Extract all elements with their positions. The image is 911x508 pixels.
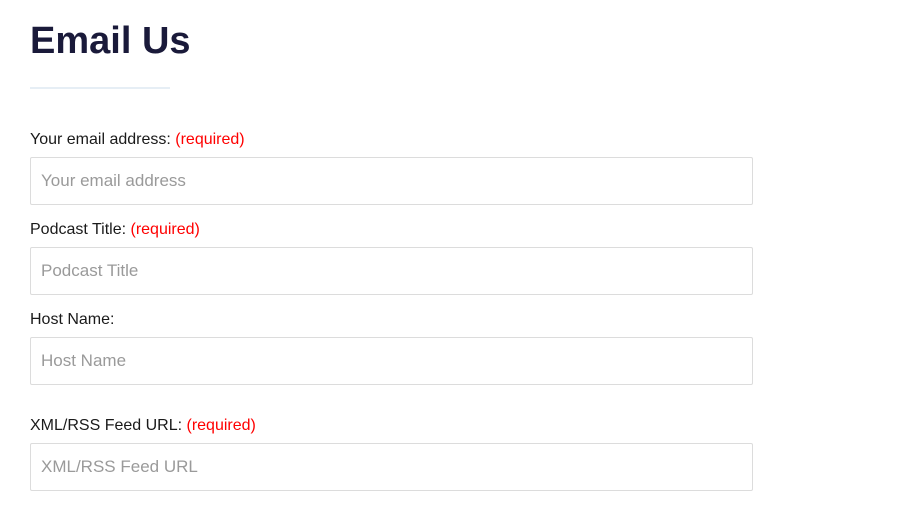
- host-name-label: Host Name:: [30, 311, 881, 329]
- form-group-feed-url: XML/RSS Feed URL: (required): [30, 417, 881, 491]
- form-group-email: Your email address: (required): [30, 131, 881, 205]
- host-name-input[interactable]: [30, 337, 753, 385]
- email-label: Your email address: (required): [30, 131, 881, 149]
- form-group-host-name: Host Name:: [30, 311, 881, 385]
- email-label-text: Your email address:: [30, 131, 175, 148]
- podcast-title-input[interactable]: [30, 247, 753, 295]
- host-name-label-text: Host Name:: [30, 311, 114, 328]
- required-tag: (required): [187, 417, 256, 434]
- feed-url-label-text: XML/RSS Feed URL:: [30, 417, 187, 434]
- podcast-title-label: Podcast Title: (required): [30, 221, 881, 239]
- feed-url-input[interactable]: [30, 443, 753, 491]
- required-tag: (required): [175, 131, 244, 148]
- page-title: Email Us: [30, 20, 881, 63]
- feed-url-label: XML/RSS Feed URL: (required): [30, 417, 881, 435]
- title-divider: [30, 87, 170, 89]
- form-group-podcast-title: Podcast Title: (required): [30, 221, 881, 295]
- podcast-title-label-text: Podcast Title:: [30, 221, 131, 238]
- email-input[interactable]: [30, 157, 753, 205]
- required-tag: (required): [131, 221, 200, 238]
